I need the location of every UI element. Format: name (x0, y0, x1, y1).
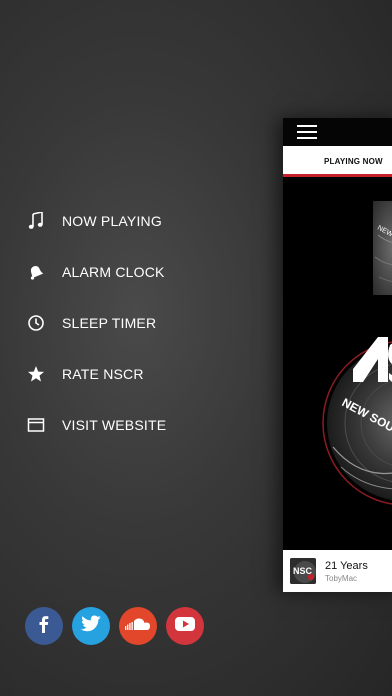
album-thumbnail: NEW SO (373, 201, 392, 295)
menu-item-rate[interactable]: RATE NSCR (0, 348, 270, 399)
menu-item-label: VISIT WEBSITE (62, 416, 167, 433)
tab-playing-now[interactable]: PLAYING NOW (324, 157, 383, 166)
social-links (25, 607, 204, 645)
top-bar (283, 118, 392, 146)
side-menu: NOW PLAYING ALARM CLOCK SLEEP TIMER RATE… (0, 195, 270, 450)
app-screen: NOW PLAYING ALARM CLOCK SLEEP TIMER RATE… (0, 0, 392, 696)
clock-icon (27, 314, 45, 332)
menu-item-visit-website[interactable]: VISIT WEBSITE (0, 399, 270, 450)
track-artist: TobyMac (325, 574, 358, 583)
soundcloud-button[interactable] (119, 607, 157, 645)
alarm-bell-icon (27, 263, 45, 281)
star-icon (27, 365, 45, 383)
track-title: 21 Years (325, 560, 368, 572)
browser-window-icon (27, 416, 45, 434)
soundcloud-icon (125, 617, 151, 636)
tab-bar: PLAYING NOW (283, 146, 392, 177)
main-content-panel[interactable]: PLAYING NOW NEW NEW SOUND NSC 21 Years T… (283, 118, 392, 592)
twitter-icon (80, 615, 102, 638)
menu-item-now-playing[interactable]: NOW PLAYING (0, 195, 270, 246)
menu-item-label: NOW PLAYING (62, 212, 162, 229)
youtube-button[interactable] (166, 607, 204, 645)
menu-item-label: ALARM CLOCK (62, 263, 165, 280)
menu-item-label: RATE NSCR (62, 365, 144, 382)
now-playing-bar[interactable]: NSC 21 Years TobyMac (283, 550, 392, 592)
facebook-icon (34, 614, 54, 639)
menu-item-sleep-timer[interactable]: SLEEP TIMER (0, 297, 270, 348)
menu-item-label: SLEEP TIMER (62, 314, 157, 331)
twitter-button[interactable] (72, 607, 110, 645)
music-note-icon (27, 211, 45, 230)
youtube-icon (174, 616, 196, 637)
track-thumbnail: NSC (290, 558, 316, 584)
album-art-area: NEW SO NEW SOUND (283, 177, 392, 550)
menu-item-alarm-clock[interactable]: ALARM CLOCK (0, 246, 270, 297)
facebook-button[interactable] (25, 607, 63, 645)
hamburger-menu-icon[interactable] (297, 125, 317, 139)
